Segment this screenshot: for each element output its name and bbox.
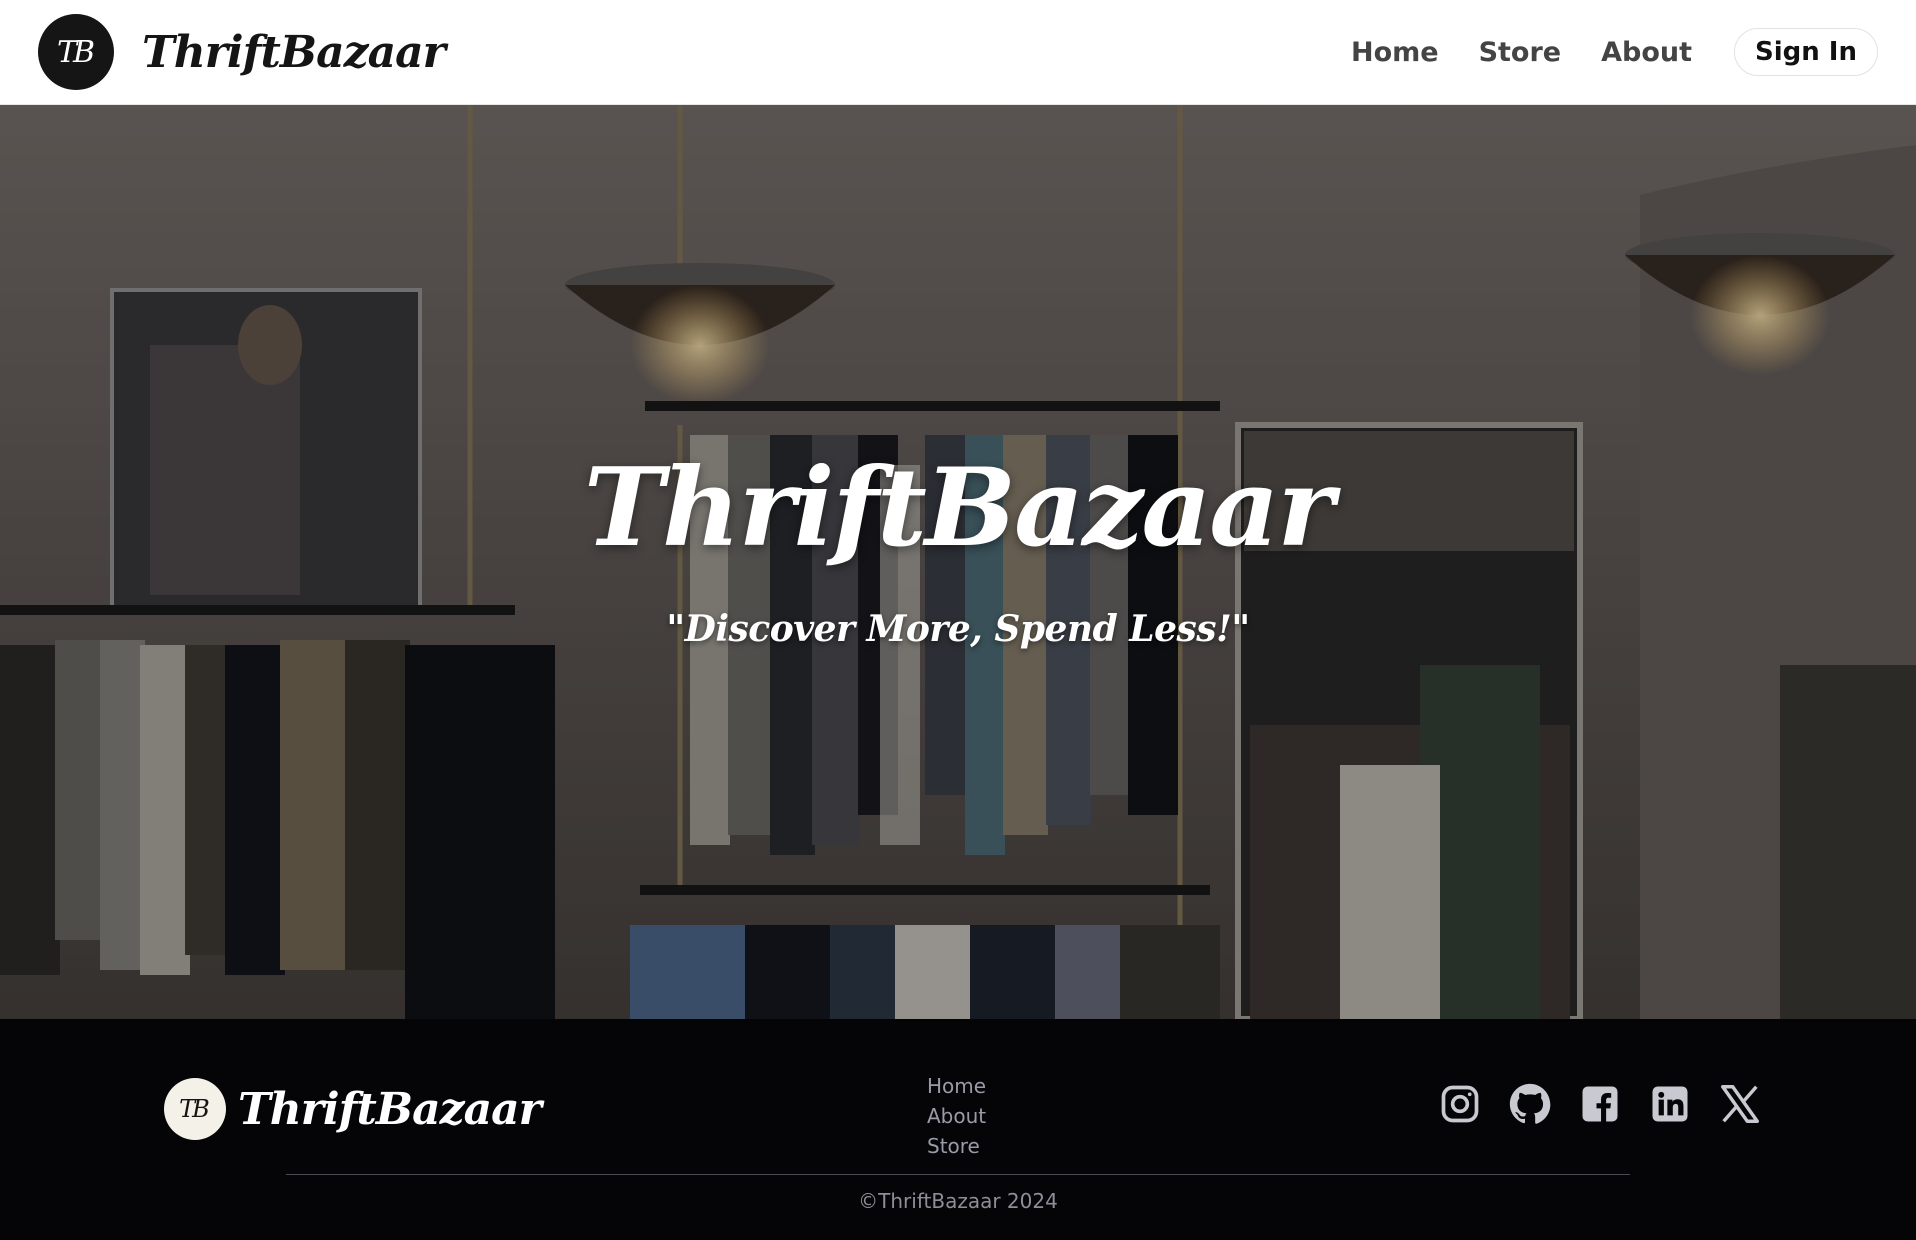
- facebook-icon[interactable]: [1576, 1080, 1624, 1128]
- nav-link-about[interactable]: About: [1601, 37, 1692, 68]
- sign-in-button[interactable]: Sign In: [1734, 28, 1878, 76]
- logo-badge[interactable]: TB: [38, 14, 114, 90]
- footer-logo-monogram: TB: [179, 1095, 210, 1123]
- instagram-icon[interactable]: [1436, 1080, 1484, 1128]
- footer-link-about[interactable]: About: [927, 1101, 986, 1131]
- footer-brand[interactable]: TB ThriftBazaar: [164, 1078, 542, 1140]
- hero-title: ThriftBazaar: [583, 445, 1335, 571]
- footer-logo-badge: TB: [164, 1078, 226, 1140]
- navbar: TB ThriftBazaar Home Store About Sign In: [0, 0, 1916, 105]
- footer-brand-name: ThriftBazaar: [238, 1083, 542, 1135]
- footer-link-store[interactable]: Store: [927, 1131, 986, 1161]
- logo-monogram: TB: [56, 34, 95, 70]
- nav-link-home[interactable]: Home: [1351, 37, 1439, 68]
- footer-link-home[interactable]: Home: [927, 1071, 986, 1101]
- hero-banner: ThriftBazaar "Discover More, Spend Less!…: [0, 105, 1916, 1019]
- x-icon[interactable]: [1716, 1080, 1764, 1128]
- brand-name[interactable]: ThriftBazaar: [142, 27, 446, 78]
- hero-tagline: "Discover More, Spend Less!": [666, 608, 1250, 650]
- social-links: [1436, 1080, 1764, 1128]
- nav-link-store[interactable]: Store: [1479, 37, 1562, 68]
- footer-links: Home About Store: [927, 1071, 986, 1161]
- linkedin-icon[interactable]: [1646, 1080, 1694, 1128]
- copyright-text: ©ThriftBazaar 2024: [858, 1189, 1058, 1213]
- footer: TB ThriftBazaar Home About Store ©Thrift…: [0, 1019, 1916, 1240]
- nav-links: Home Store About: [1351, 37, 1692, 68]
- footer-divider: [286, 1174, 1630, 1175]
- github-icon[interactable]: [1506, 1080, 1554, 1128]
